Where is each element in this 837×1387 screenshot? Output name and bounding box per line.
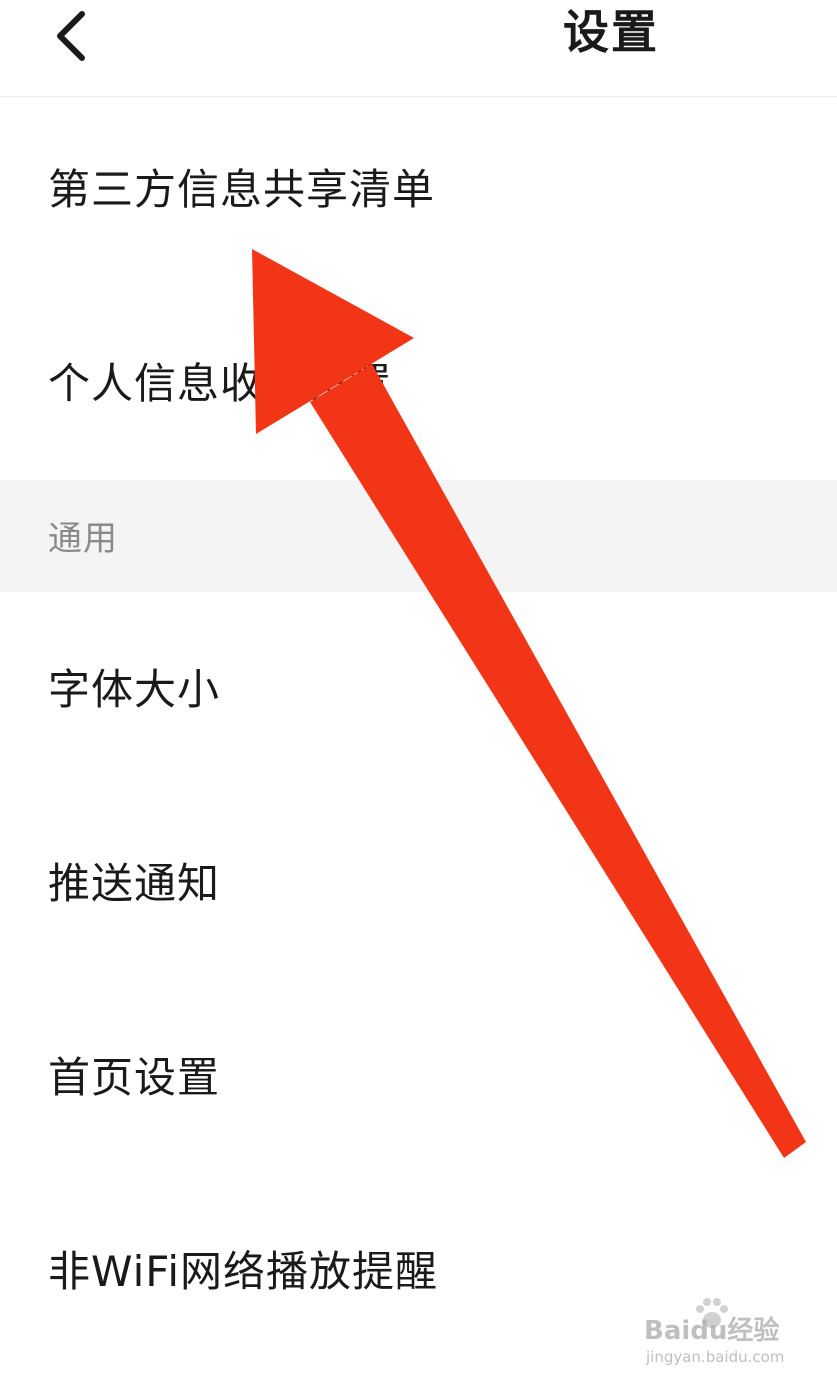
list-item-non-wifi-playback-reminder[interactable]: 非WiFi网络播放提醒 [0, 1174, 837, 1364]
list-item-label: 首页设置 [48, 1053, 221, 1102]
list-item-label: 推送通知 [48, 859, 221, 908]
list-item-label: 非WiFi网络播放提醒 [48, 1247, 439, 1296]
list-item-label: 第三方信息共享清单 [48, 165, 436, 214]
list-item-label: 个人信息收集设置 [48, 359, 393, 408]
section-header-general: 通用 [0, 480, 837, 592]
section-label: 通用 [48, 519, 118, 559]
list-item-personal-info-settings[interactable]: 个人信息收集设置 [0, 290, 837, 480]
list-item-font-size[interactable]: 字体大小 [0, 592, 837, 782]
chevron-left-icon [57, 11, 85, 61]
list-item-third-party-sharing[interactable]: 第三方信息共享清单 [0, 96, 837, 286]
list-item-home-settings[interactable]: 首页设置 [0, 980, 837, 1170]
top-bar: 设置 [0, 0, 837, 97]
list-item-push-notifications[interactable]: 推送通知 [0, 786, 837, 976]
page-title: 设置 [563, 5, 659, 59]
back-button[interactable] [40, 0, 104, 72]
list-item-label: 字体大小 [48, 665, 221, 714]
